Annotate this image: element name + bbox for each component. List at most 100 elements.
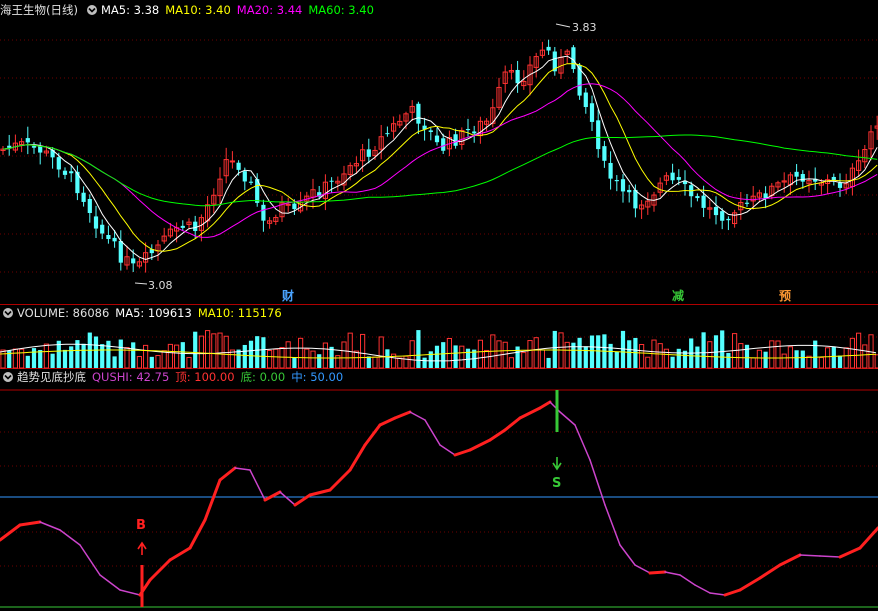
qushi-segment [439, 444, 456, 456]
stock-name[interactable]: 海王生物(日线) [0, 2, 78, 18]
ma5-line [2, 55, 878, 261]
volume-bar [12, 348, 18, 369]
chevron-down-icon[interactable] [3, 308, 13, 318]
volume-label: VOLUME: 86086 [17, 306, 110, 320]
volume-bar [25, 355, 30, 368]
volume-bar [360, 333, 366, 369]
volume-bar [416, 330, 421, 368]
qushi-segment [348, 443, 367, 472]
qushi-segment [738, 576, 762, 592]
candle-body [7, 145, 12, 148]
volume-bar [255, 336, 260, 368]
ma20-line [2, 83, 878, 238]
qushi-segment [468, 438, 492, 452]
candle-body [180, 225, 185, 228]
qushi-segment [218, 466, 237, 482]
qushi-segment [778, 553, 802, 567]
volume-bar [831, 346, 836, 368]
chevron-down-icon[interactable] [3, 372, 13, 382]
ma10-label: MA10: 3.40 [165, 3, 231, 17]
bottom-label: 底: 0.00 [240, 370, 286, 384]
volume-bar [775, 340, 781, 369]
candle-body [416, 103, 421, 124]
candle-body [193, 221, 198, 232]
volume-bar [707, 341, 713, 369]
volume-bar [236, 349, 241, 368]
volume-bar [849, 337, 855, 369]
qushi-segment [538, 400, 552, 410]
volume-bar [564, 341, 570, 369]
qushi-segment [574, 424, 591, 461]
volume-bar [502, 341, 508, 369]
volume-bar [645, 356, 651, 369]
volume-bar [552, 330, 557, 368]
candle-body [329, 180, 334, 182]
volume-bar [589, 335, 595, 368]
candle-body [596, 120, 601, 150]
volume-bar [409, 340, 415, 369]
candle-body [837, 182, 843, 188]
volume-bar [533, 337, 539, 369]
top-label: 顶: 100.00 [175, 370, 235, 384]
indicator-name[interactable]: 趋势见底抄底 [17, 369, 86, 385]
volume-bar [155, 355, 161, 369]
chevron-down-icon[interactable] [86, 5, 97, 15]
volume-bar [322, 342, 328, 369]
volume-bar [806, 355, 812, 369]
volume-bar [211, 333, 217, 369]
volume-bar [149, 356, 154, 368]
volume-bar [756, 349, 762, 369]
volume-bar [261, 337, 266, 368]
candle-body [800, 174, 805, 182]
qushi-segment [634, 564, 651, 574]
qushi-segment [234, 467, 251, 471]
candle-body [713, 207, 719, 216]
volume-bar [583, 346, 588, 368]
volume-bar [193, 331, 198, 368]
volume-bar [459, 345, 465, 369]
candle-body [571, 47, 576, 70]
volume-bar [347, 332, 353, 369]
volume-bar [441, 342, 446, 368]
volume-ma5-label: MA5: 109613 [115, 306, 192, 320]
volume-bar [434, 345, 440, 368]
volume-bar [453, 345, 458, 368]
ma5-label: MA5: 3.38 [100, 3, 160, 17]
volume-bar [477, 339, 483, 369]
volume-bar [248, 340, 254, 368]
volume-bar [627, 340, 632, 368]
volume-bar [372, 356, 378, 369]
volume-bar [800, 350, 805, 368]
candle-body [261, 204, 266, 221]
qushi-segment [99, 574, 121, 591]
qushi-segment [838, 546, 862, 559]
candle-body [794, 171, 799, 177]
qushi-segment [39, 521, 61, 531]
qushi-segment [723, 588, 742, 597]
volume-bar [161, 350, 167, 369]
volume-bar [317, 354, 322, 368]
sell-arrow-icon [552, 457, 562, 471]
ma20-label: MA20: 3.44 [236, 3, 303, 17]
qushi-segment [363, 423, 382, 447]
volume-bar [750, 357, 756, 369]
candle-body [285, 203, 291, 206]
candle-body [112, 237, 117, 242]
volume-bar [180, 342, 185, 368]
volume-bar [242, 344, 247, 368]
volume-bar [143, 344, 149, 369]
candle-body [366, 149, 371, 157]
qushi-label: QUSHI: 42.75 [92, 370, 170, 384]
volume-bar [670, 356, 675, 368]
candle-body [236, 162, 241, 170]
candle-body [589, 103, 595, 122]
volume-bar [366, 356, 371, 368]
high-pointer [555, 23, 571, 28]
candle-body [602, 146, 607, 161]
candle-body [695, 196, 700, 199]
candle-body [385, 133, 390, 135]
volume-bar [217, 332, 223, 369]
volume-bar [614, 351, 619, 368]
qushi-segment [758, 563, 782, 580]
candle-body [627, 189, 632, 193]
